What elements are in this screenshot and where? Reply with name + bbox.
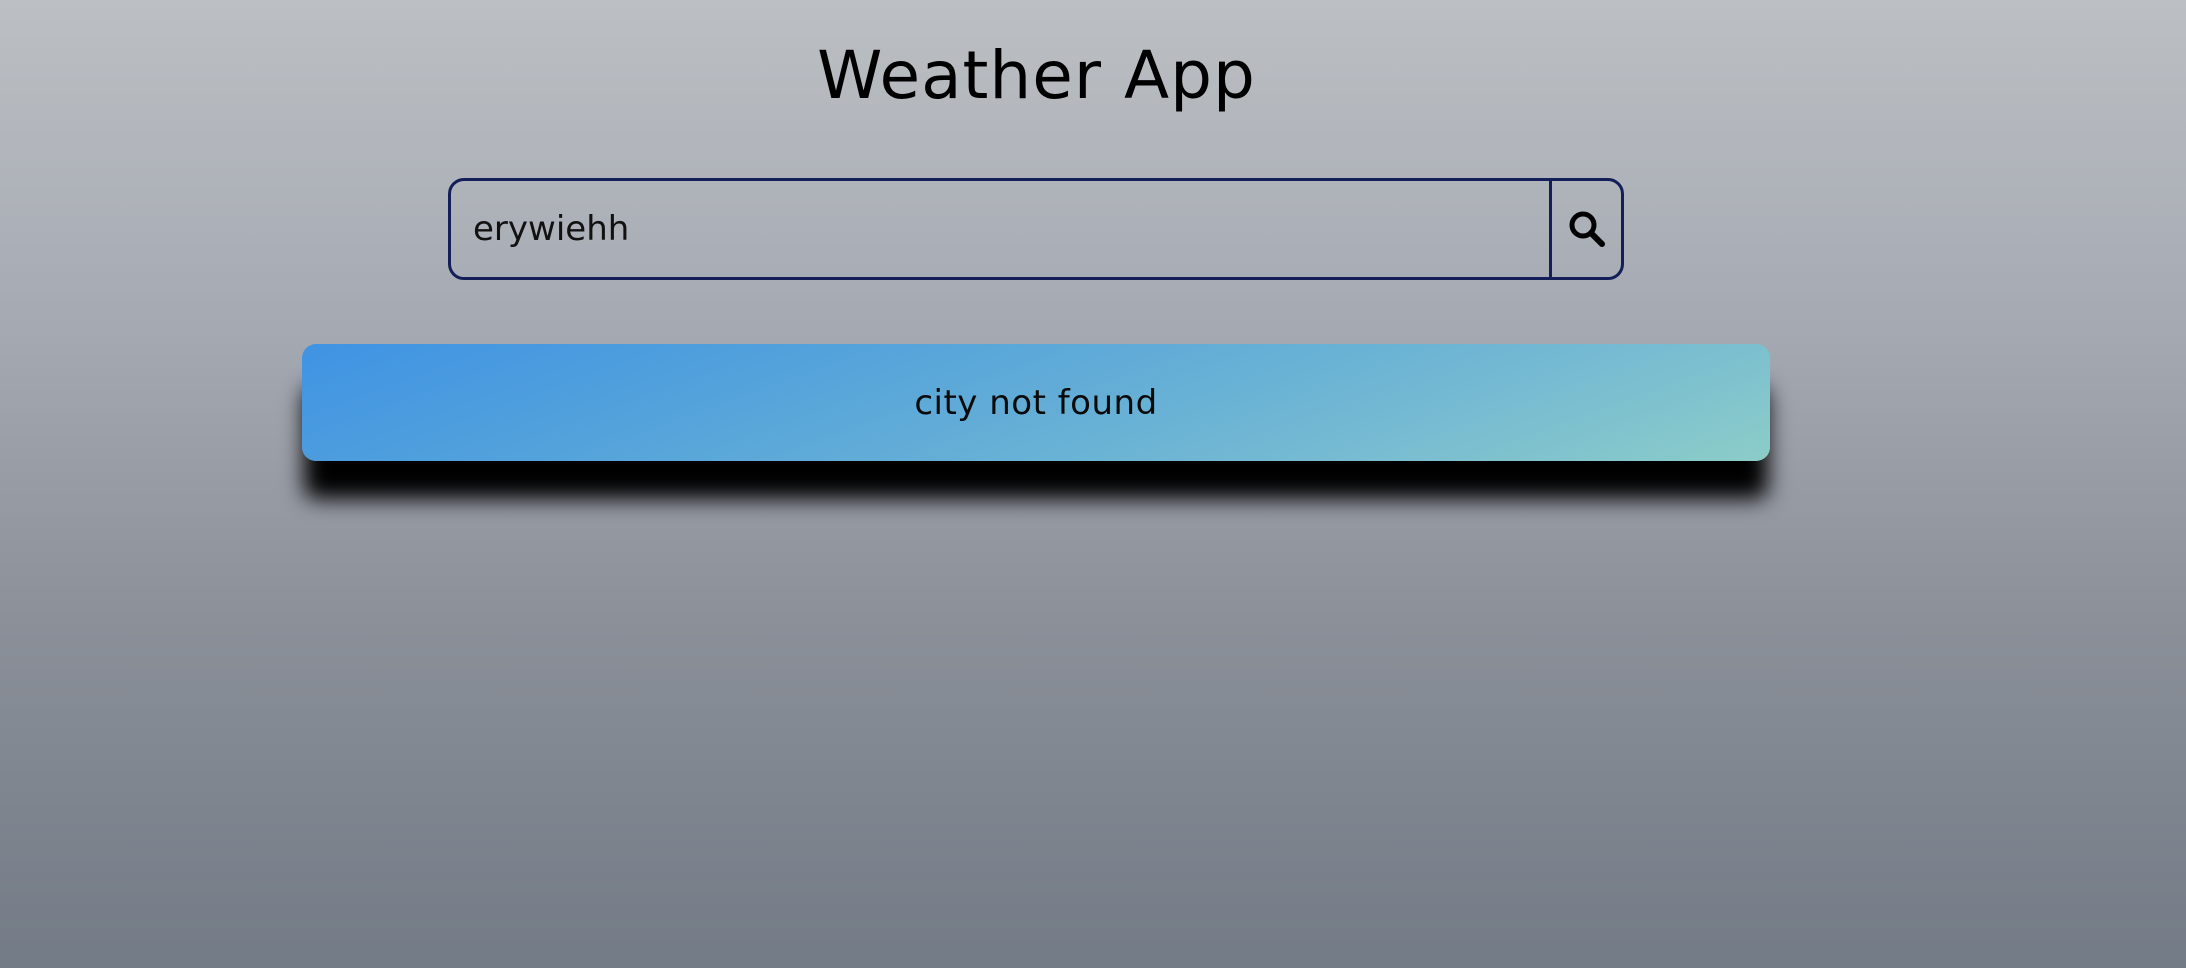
error-message: city not found <box>914 382 1158 423</box>
error-card: city not found <box>302 344 1770 461</box>
search-button[interactable] <box>1549 181 1621 277</box>
page-title: Weather App <box>817 37 1256 114</box>
search-icon <box>1567 209 1607 249</box>
search-bar <box>448 178 1624 280</box>
search-input[interactable] <box>451 181 1549 277</box>
